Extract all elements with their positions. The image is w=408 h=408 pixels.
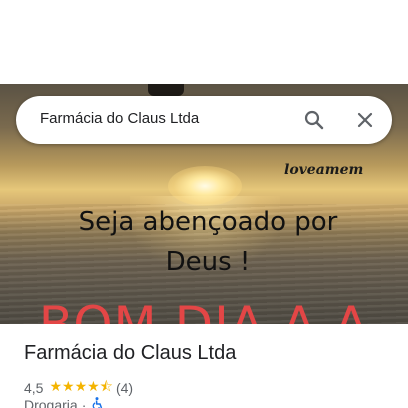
wheelchair-icon <box>92 397 104 408</box>
sun <box>168 166 242 206</box>
photo-greeting-text: BOM DIA A A <box>0 296 408 324</box>
photo-signature: loveamem <box>284 162 364 178</box>
photo-top-shape <box>148 84 184 96</box>
close-icon[interactable] <box>353 108 377 132</box>
search-icon[interactable] <box>302 108 326 132</box>
category-separator: · <box>81 397 87 408</box>
review-count[interactable]: (4) <box>116 380 133 396</box>
photo-blessing-text: Seja abençoado por Deus ! <box>78 207 338 277</box>
top-blank-area <box>0 0 408 84</box>
category-row: Drogaria · <box>24 397 104 408</box>
place-info-panel[interactable]: Farmácia do Claus Ltda 4,5 ★★★★⯪ (4) Dro… <box>0 324 408 408</box>
place-title: Farmácia do Claus Ltda <box>24 342 237 364</box>
rating-value: 4,5 <box>24 380 44 396</box>
search-bar[interactable]: Farmácia do Claus Ltda <box>16 96 392 144</box>
place-category: Drogaria <box>24 397 78 408</box>
search-input[interactable]: Farmácia do Claus Ltda <box>40 110 199 127</box>
